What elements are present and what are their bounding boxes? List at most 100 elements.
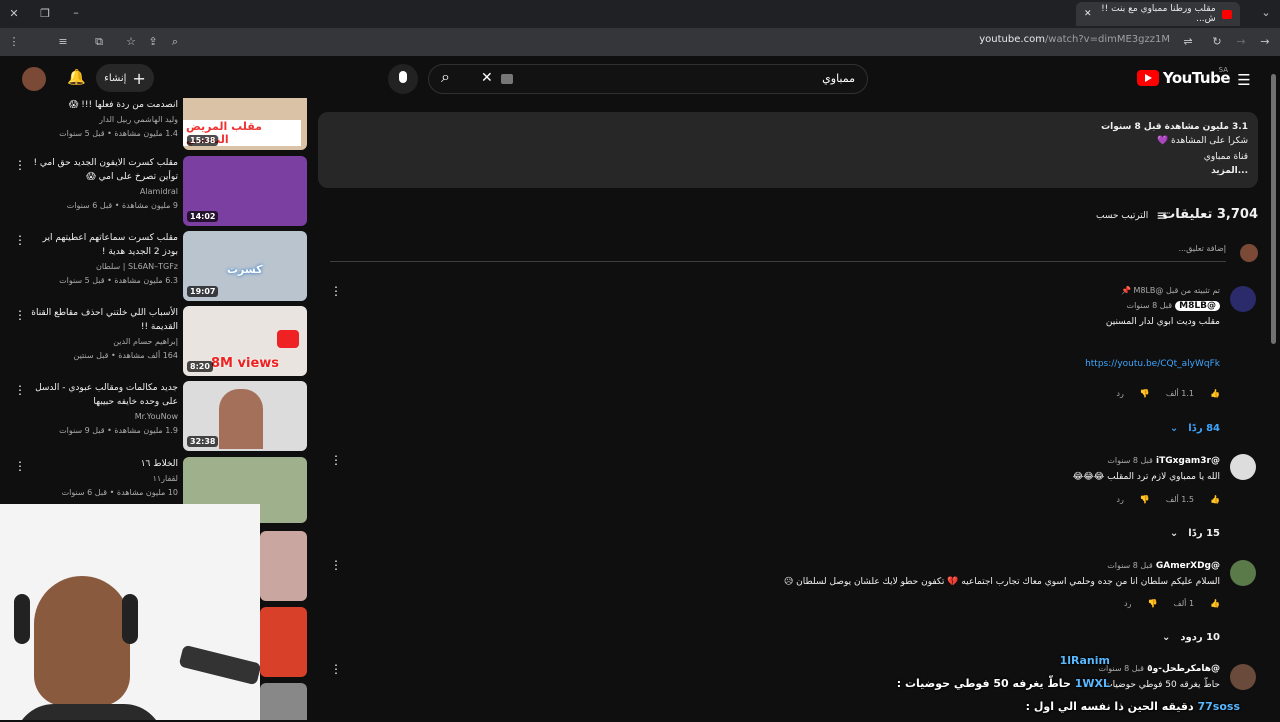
- close-window-icon[interactable]: ✕: [6, 7, 22, 20]
- share-icon[interactable]: ⇪: [145, 35, 161, 48]
- list-item[interactable]: 8M views 8:20 الأسباب اللي خلتني احذف مق…: [0, 306, 312, 376]
- list-item[interactable]: 32:38 جديد مكالمات ومقالب عبودي - الدسل …: [0, 381, 312, 451]
- search-input[interactable]: ممباوي: [428, 64, 868, 94]
- microphone-arm: [178, 644, 260, 686]
- voice-search-button[interactable]: [388, 64, 418, 94]
- comment-avatar[interactable]: [1230, 454, 1256, 480]
- dislike-icon[interactable]: 👎: [1147, 599, 1157, 608]
- replies-toggle[interactable]: 84 ردًا ⌄: [1170, 423, 1220, 434]
- account-avatar[interactable]: [22, 67, 46, 91]
- replies-toggle[interactable]: 10 ردود ⌄: [1162, 632, 1220, 643]
- bookmark-star-icon[interactable]: ☆: [123, 35, 139, 48]
- comment-avatar[interactable]: [1230, 664, 1256, 690]
- video-thumbnail[interactable]: 8M views 8:20: [183, 306, 307, 376]
- forward-icon[interactable]: →: [1233, 35, 1249, 48]
- streamer-face: [34, 576, 130, 706]
- comment-author[interactable]: @M8LB: [1175, 301, 1220, 311]
- more-options-icon[interactable]: ⋮: [14, 459, 26, 473]
- more-options-icon[interactable]: ⋮: [14, 308, 26, 322]
- sort-icon: ≡: [1156, 208, 1168, 224]
- user-avatar: [1240, 244, 1258, 262]
- channel-name: Alamidral: [139, 187, 178, 196]
- reload-icon[interactable]: ↻: [1209, 35, 1225, 48]
- video-views: 164 ألف مشاهدة • قبل سنتين: [73, 351, 178, 360]
- site-settings-icon[interactable]: ⇌: [1180, 35, 1196, 48]
- comment-header: @M8LB قبل 8 سنوات: [1085, 301, 1220, 311]
- dislike-icon[interactable]: 👎: [1140, 389, 1150, 398]
- comment-text: السلام عليكم سلطان انا من جده وحلمي اسوي…: [783, 577, 1220, 587]
- reply-button[interactable]: رد: [1124, 599, 1131, 608]
- close-tab-icon[interactable]: ✕: [1084, 9, 1092, 19]
- video-thumbnail[interactable]: مقلب المريض النفسي 15:38: [183, 98, 307, 150]
- like-icon[interactable]: 👍: [1210, 389, 1220, 398]
- comment-author[interactable]: @iTGxgam3r: [1156, 456, 1220, 466]
- like-count: 1 ألف: [1173, 599, 1195, 608]
- video-title: جديد مكالمات ومقالب عبودي - الدسل على وح…: [35, 383, 178, 407]
- url-text[interactable]: youtube.com/watch?v=dimME3gzz1M: [979, 34, 1170, 45]
- reply-button[interactable]: رد: [1116, 495, 1123, 504]
- comment-text: مقلب وديت ابوي لدار المسنين: [1105, 317, 1220, 327]
- comment-menu-icon[interactable]: ⋮: [330, 453, 342, 467]
- add-comment-input[interactable]: إضافة تعليق...: [330, 244, 1226, 262]
- video-thumbnail[interactable]: 14:02: [183, 156, 307, 226]
- notifications-bell-icon[interactable]: 🔔: [67, 68, 86, 86]
- dislike-icon[interactable]: 👎: [1140, 495, 1150, 504]
- browser-tab[interactable]: مقلب ورطنا ممباوي مع بنت !! ش... ✕: [1076, 2, 1240, 26]
- video-thumbnail[interactable]: [260, 683, 307, 720]
- extensions-icon[interactable]: ⧉: [91, 35, 107, 49]
- create-button[interactable]: إنشاء +: [96, 64, 154, 92]
- menu-dots-icon[interactable]: ⋮: [6, 35, 22, 48]
- reading-list-icon[interactable]: ≡: [55, 35, 71, 48]
- comment-time: قبل 8 سنوات: [1107, 561, 1153, 570]
- channel-name: وليد الهاشمي ربيل الدار: [99, 115, 178, 124]
- video-thumbnail[interactable]: كسرت 19:07: [183, 231, 307, 301]
- video-title: مقلب كسرت الايفون الجديد حق امي ! توأين …: [33, 158, 178, 182]
- description-line: شكرا على المشاهدة 💜: [1156, 136, 1248, 146]
- sort-button[interactable]: ≡ الترتيب حسب: [1096, 208, 1168, 224]
- tab-search-icon[interactable]: ⌄: [1258, 6, 1274, 19]
- restore-window-icon[interactable]: ❐: [37, 7, 53, 20]
- like-icon[interactable]: 👍: [1210, 495, 1220, 504]
- comment-menu-icon[interactable]: ⋮: [330, 284, 342, 298]
- like-icon[interactable]: 👍: [1210, 599, 1220, 608]
- chat-message: 77soss دقيقه الحين ذا نفسه الي اول :: [1026, 700, 1240, 713]
- video-thumbnail[interactable]: 32:38: [183, 381, 307, 451]
- more-options-icon[interactable]: ⋮: [14, 158, 26, 172]
- list-item[interactable]: كسرت 19:07 مقلب كسرت سماعاتهم اعطيتهم اي…: [0, 231, 312, 301]
- more-options-icon[interactable]: ⋮: [14, 383, 26, 397]
- reply-button[interactable]: رد: [1116, 389, 1123, 398]
- comment-menu-icon[interactable]: ⋮: [330, 558, 342, 572]
- view-count-date: 3.1 مليون مشاهدة قبل 8 سنوات: [1101, 122, 1248, 132]
- video-thumbnail[interactable]: [260, 531, 307, 601]
- chat-username: 1lRanim: [1059, 654, 1110, 667]
- video-meta: الخلاط ١٦ لقفار١١ 10 مليون مشاهدة • قبل …: [28, 457, 178, 499]
- channel-name: لقفار١١: [152, 474, 178, 483]
- sort-label: الترتيب حسب: [1095, 211, 1149, 221]
- comment-author[interactable]: @هامكرطحل-و٥: [1147, 664, 1220, 674]
- hamburger-menu-icon[interactable]: ☰: [1236, 71, 1252, 89]
- comment-author[interactable]: @GAmerXDg: [1156, 561, 1220, 571]
- comment-avatar[interactable]: [1230, 286, 1256, 312]
- replies-toggle[interactable]: 15 ردًا ⌄: [1170, 528, 1220, 539]
- scrollbar-thumb[interactable]: [1271, 74, 1276, 344]
- keyboard-icon[interactable]: [501, 74, 513, 84]
- zoom-icon[interactable]: ⌕: [167, 35, 183, 49]
- back-icon[interactable]: →: [1257, 35, 1273, 48]
- video-thumbnail[interactable]: [260, 607, 307, 677]
- video-description[interactable]: 3.1 مليون مشاهدة قبل 8 سنوات شكرا على ال…: [318, 112, 1258, 188]
- description-line: قناة ممباوي: [1203, 152, 1248, 162]
- search-icon[interactable]: ⌕: [441, 67, 450, 87]
- list-item[interactable]: 14:02 مقلب كسرت الايفون الجديد حق امي ! …: [0, 156, 312, 226]
- list-item[interactable]: مقلب المريض النفسي 15:38 انصدمت من ردة ف…: [0, 98, 312, 150]
- comment: @GAmerXDg قبل 8 سنوات السلام عليكم سلطان…: [784, 561, 1220, 587]
- minimize-window-icon[interactable]: –: [68, 6, 84, 19]
- comment-avatar[interactable]: [1230, 560, 1256, 586]
- show-more-link[interactable]: ...المزيد: [1211, 166, 1248, 176]
- youtube-logo[interactable]: YouTube: [1136, 69, 1231, 87]
- channel-name: Mr.YouNow: [134, 412, 178, 421]
- comment-link[interactable]: https://youtu.be/CQt_alyWqFk: [1085, 359, 1220, 369]
- more-options-icon[interactable]: ⋮: [14, 233, 26, 247]
- comment-menu-icon[interactable]: ⋮: [330, 662, 342, 676]
- page-scrollbar[interactable]: [1270, 62, 1277, 722]
- clear-search-icon[interactable]: ✕: [481, 70, 493, 86]
